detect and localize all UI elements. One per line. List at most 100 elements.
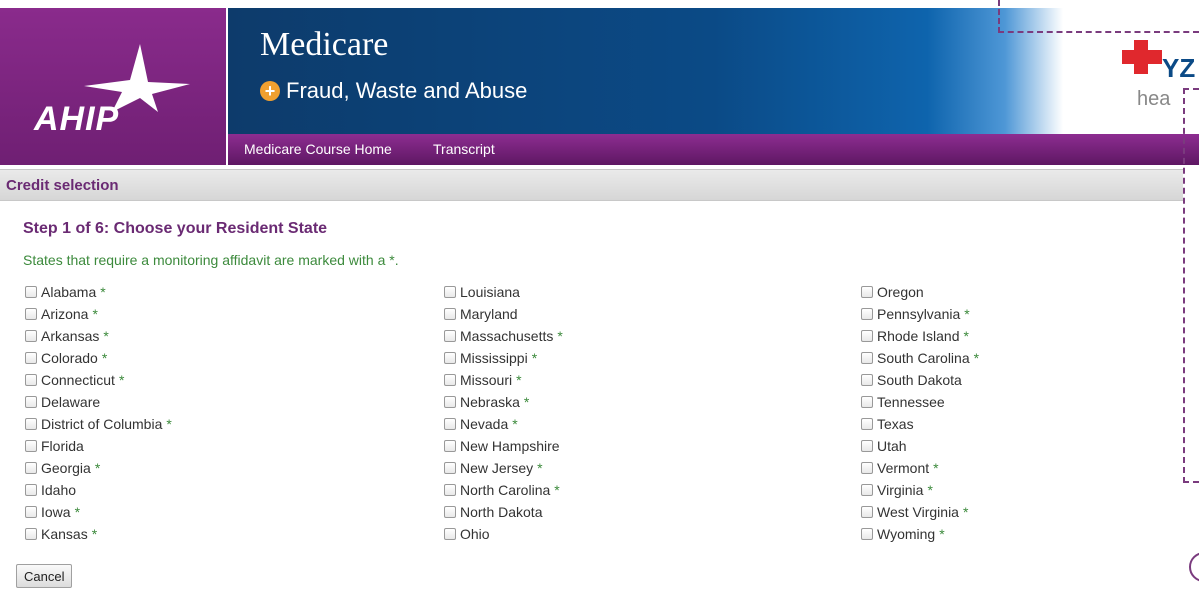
state-checkbox-row[interactable]: North Dakota: [444, 501, 563, 523]
state-label: Louisiana: [460, 284, 520, 300]
checkbox[interactable]: [25, 462, 37, 474]
checkbox[interactable]: [861, 330, 873, 342]
state-checkbox-row[interactable]: Louisiana: [444, 281, 563, 303]
checkbox[interactable]: [861, 440, 873, 452]
checkbox[interactable]: [444, 330, 456, 342]
checkbox[interactable]: [861, 396, 873, 408]
checkbox[interactable]: [861, 462, 873, 474]
cancel-button[interactable]: Cancel: [16, 564, 73, 588]
checkbox[interactable]: [861, 506, 873, 518]
affidavit-marker: *: [554, 482, 560, 498]
state-checkbox-row[interactable]: South Carolina *: [861, 347, 979, 369]
checkbox[interactable]: [444, 374, 456, 386]
checkbox[interactable]: [25, 506, 37, 518]
ahip-logo: AHIP: [0, 8, 226, 165]
state-checkbox-row[interactable]: Alabama *: [25, 281, 172, 303]
state-label: Nebraska: [460, 394, 520, 410]
course-nav: Medicare Course Home Transcript: [228, 134, 1199, 165]
checkbox[interactable]: [25, 396, 37, 408]
checkbox[interactable]: [861, 418, 873, 430]
state-label: Oregon: [877, 284, 924, 300]
state-checkbox-row[interactable]: Kansas *: [25, 523, 172, 545]
nav-transcript[interactable]: Transcript: [433, 141, 495, 157]
state-checkbox-row[interactable]: Nebraska *: [444, 391, 563, 413]
checkbox[interactable]: [444, 462, 456, 474]
state-checkbox-row[interactable]: Idaho: [25, 479, 172, 501]
plus-icon: +: [260, 81, 280, 101]
state-checkbox-row[interactable]: Arkansas *: [25, 325, 172, 347]
state-checkbox-row[interactable]: Virginia *: [861, 479, 979, 501]
state-checkbox-row[interactable]: South Dakota: [861, 369, 979, 391]
course-subtitle: + Fraud, Waste and Abuse: [260, 78, 527, 104]
logo-text: AHIP: [34, 100, 120, 138]
state-checkbox-row[interactable]: Colorado *: [25, 347, 172, 369]
checkbox[interactable]: [25, 352, 37, 364]
checkbox[interactable]: [861, 286, 873, 298]
state-label: Texas: [877, 416, 914, 432]
state-checkbox-row[interactable]: Texas: [861, 413, 979, 435]
checkbox[interactable]: [25, 330, 37, 342]
affidavit-note: States that require a monitoring affidav…: [23, 252, 399, 268]
state-label: South Carolina: [877, 350, 970, 366]
state-label: Georgia: [41, 460, 91, 476]
state-checkbox-row[interactable]: Iowa *: [25, 501, 172, 523]
state-checkbox-row[interactable]: Florida: [25, 435, 172, 457]
state-checkbox-row[interactable]: Utah: [861, 435, 979, 457]
state-checkbox-row[interactable]: New Hampshire: [444, 435, 563, 457]
state-checkbox-row[interactable]: Oregon: [861, 281, 979, 303]
state-checkbox-row[interactable]: Massachusetts *: [444, 325, 563, 347]
affidavit-marker: *: [166, 416, 172, 432]
affidavit-marker: *: [512, 416, 518, 432]
checkbox[interactable]: [444, 352, 456, 364]
checkbox[interactable]: [861, 528, 873, 540]
state-checkbox-row[interactable]: Vermont *: [861, 457, 979, 479]
checkbox[interactable]: [861, 352, 873, 364]
checkbox[interactable]: [25, 286, 37, 298]
checkbox[interactable]: [444, 528, 456, 540]
state-checkbox-row[interactable]: Maryland: [444, 303, 563, 325]
state-checkbox-row[interactable]: Mississippi *: [444, 347, 563, 369]
checkbox[interactable]: [861, 374, 873, 386]
state-label: New Jersey: [460, 460, 534, 476]
state-checkbox-row[interactable]: Delaware: [25, 391, 172, 413]
checkbox[interactable]: [444, 286, 456, 298]
state-label: Wyoming: [877, 526, 936, 542]
state-checkbox-row[interactable]: District of Columbia *: [25, 413, 172, 435]
nav-course-home[interactable]: Medicare Course Home: [244, 141, 392, 157]
state-checkbox-row[interactable]: Rhode Island *: [861, 325, 979, 347]
state-checkbox-row[interactable]: Tennessee: [861, 391, 979, 413]
partner-brand-subtext: hea: [1137, 88, 1171, 110]
state-checkbox-row[interactable]: New Jersey *: [444, 457, 563, 479]
state-checkbox-row[interactable]: Ohio: [444, 523, 563, 545]
state-checkbox-row[interactable]: Georgia *: [25, 457, 172, 479]
checkbox[interactable]: [25, 484, 37, 496]
dashed-frame-right: [1183, 88, 1199, 483]
affidavit-marker: *: [973, 350, 980, 366]
state-checkbox-row[interactable]: Nevada *: [444, 413, 563, 435]
checkbox[interactable]: [444, 484, 456, 496]
checkbox[interactable]: [444, 440, 456, 452]
checkbox[interactable]: [444, 396, 456, 408]
checkbox[interactable]: [444, 506, 456, 518]
checkbox[interactable]: [861, 484, 873, 496]
checkbox[interactable]: [25, 374, 37, 386]
state-checkbox-row[interactable]: Pennsylvania *: [861, 303, 979, 325]
checkbox[interactable]: [444, 418, 456, 430]
checkbox[interactable]: [444, 308, 456, 320]
checkbox[interactable]: [25, 440, 37, 452]
state-checkbox-row[interactable]: Wyoming *: [861, 523, 979, 545]
state-checkbox-row[interactable]: Missouri *: [444, 369, 563, 391]
state-checkbox-row[interactable]: West Virginia *: [861, 501, 979, 523]
checkbox[interactable]: [25, 418, 37, 430]
checkbox[interactable]: [25, 308, 37, 320]
state-label: Florida: [41, 438, 84, 454]
state-label: Connecticut: [41, 372, 115, 388]
state-label: New Hampshire: [460, 438, 560, 454]
section-title: Credit selection: [6, 177, 119, 194]
state-checkbox-row[interactable]: Connecticut *: [25, 369, 172, 391]
checkbox[interactable]: [861, 308, 873, 320]
state-checkbox-row[interactable]: North Carolina *: [444, 479, 563, 501]
state-checkbox-row[interactable]: Arizona *: [25, 303, 172, 325]
state-label: Virginia: [877, 482, 924, 498]
checkbox[interactable]: [25, 528, 37, 540]
